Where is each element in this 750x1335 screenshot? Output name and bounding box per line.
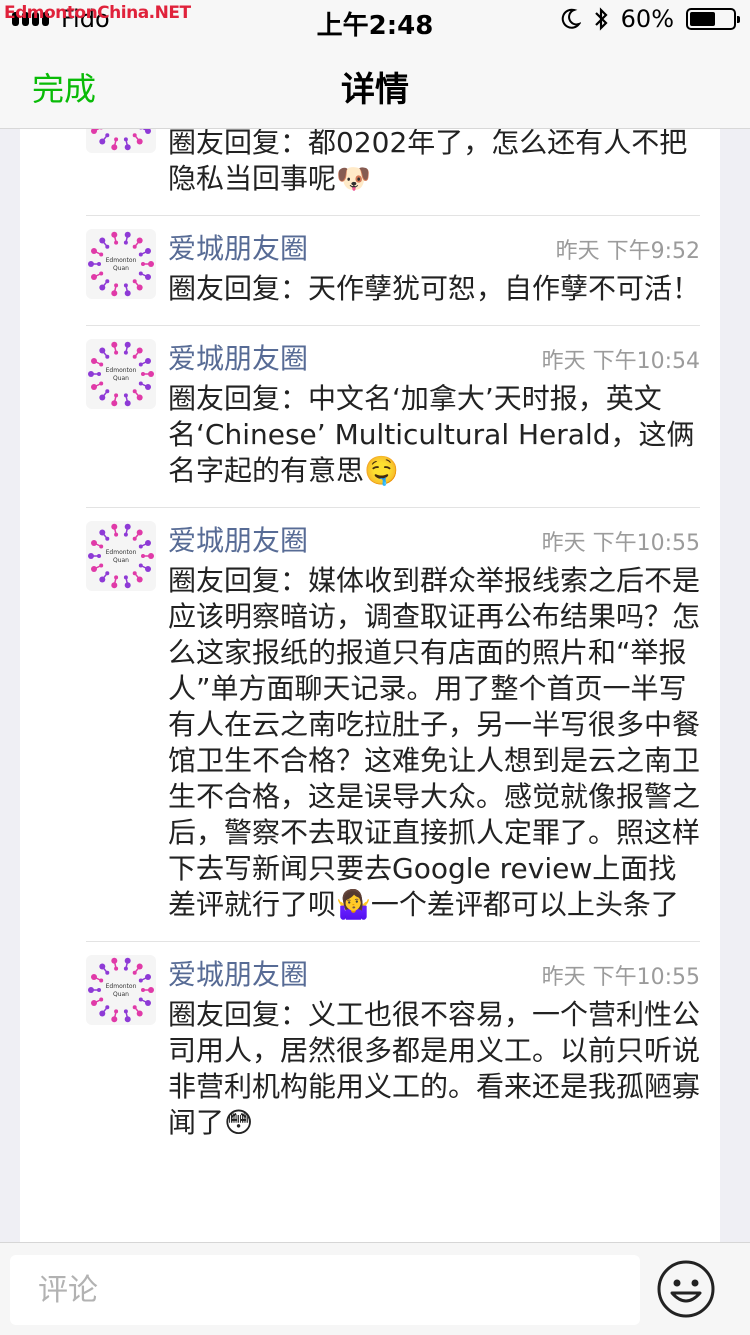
- avatar[interactable]: Edmonton Quan: [86, 521, 156, 591]
- comment-text: 圈友回复：天作孽犹可恕，自作孽不可活！: [168, 272, 701, 305]
- avatar[interactable]: Edmonton Quan: [86, 129, 156, 153]
- status-bar: Fido EdmontonChina.NET 上午2:48 60%: [0, 0, 750, 41]
- comment-input-box: [10, 1255, 640, 1325]
- comment-body: 爱城朋友圈 昨天 下午9:52 圈友回复：都0202年了，怎么还有人不把隐私当回…: [168, 129, 700, 197]
- comment-input[interactable]: [10, 1255, 640, 1325]
- comment-item[interactable]: Edmonton Quan 爱城朋友圈 昨天 下午10:54 圈友回复：中文名‘…: [20, 325, 720, 507]
- avatar[interactable]: Edmonton Quan: [86, 229, 156, 299]
- comment-header: 爱城朋友圈 昨天 下午10:54: [168, 337, 700, 381]
- comment-header: 爱城朋友圈 昨天 下午10:55: [168, 953, 700, 997]
- avatar-logo-icon: Edmonton Quan: [88, 957, 154, 1023]
- avatar-text-2: Quan: [113, 265, 129, 272]
- comment-text: 圈友回复：义工也很不容易，一个营利性公司用人，居然很多都是用义工。以前只听说非营…: [168, 998, 701, 1139]
- avatar-text-2: Quan: [113, 557, 129, 564]
- page-title: 详情: [341, 70, 409, 110]
- comment-item[interactable]: Edmonton Quan 爱城朋友圈 昨天 下午9:52 圈友回复：天作孽犹可…: [20, 215, 720, 325]
- comment-time: 昨天 下午10:55: [541, 965, 700, 990]
- comment-body: 爱城朋友圈 昨天 下午10:55 圈友回复：义工也很不容易，一个营利性公司用人，…: [168, 953, 700, 1141]
- battery-icon: [686, 8, 740, 30]
- comment-item[interactable]: Edmonton Quan 爱城朋友圈 昨天 下午10:55 圈友回复：媒体收到…: [20, 507, 720, 941]
- status-right: 60%: [561, 5, 740, 33]
- comment-text: 圈友回复：都0202年了，怎么还有人不把隐私当回事呢🐶: [168, 129, 688, 195]
- avatar-logo-icon: Edmonton Quan: [88, 231, 154, 297]
- comment-body: 爱城朋友圈 昨天 下午10:55 圈友回复：媒体收到群众举报线索之后不是应该明察…: [168, 519, 700, 923]
- avatar-text-2: Quan: [113, 375, 129, 382]
- moon-icon: [561, 8, 581, 29]
- emoji-icon[interactable]: [656, 1259, 716, 1319]
- comment-time: 昨天 下午10:55: [541, 531, 700, 556]
- comment-time: 昨天 下午9:52: [555, 239, 700, 264]
- comment-text: 圈友回复：媒体收到群众举报线索之后不是应该明察暗访，调查取证再公布结果吗？怎么这…: [168, 564, 701, 921]
- comment-input-bar: [0, 1242, 750, 1335]
- comment-header: 爱城朋友圈 昨天 下午9:52: [168, 227, 700, 271]
- comment-author[interactable]: 爱城朋友圈: [168, 953, 308, 993]
- battery-percent: 60%: [620, 5, 674, 33]
- avatar[interactable]: Edmonton Quan: [86, 955, 156, 1025]
- avatar[interactable]: Edmonton Quan: [86, 339, 156, 409]
- avatar-logo-icon: Edmonton Quan: [88, 341, 154, 407]
- comment-body: 爱城朋友圈 昨天 下午9:52 圈友回复：天作孽犹可恕，自作孽不可活！: [168, 227, 700, 307]
- comment-author[interactable]: 爱城朋友圈: [168, 337, 308, 377]
- bluetooth-icon: [594, 7, 608, 31]
- comments-card: Edmonton Quan 爱城朋友圈 昨天 下午9:52 圈友回复：都0202…: [20, 129, 720, 1242]
- comments-scroll-area[interactable]: Edmonton Quan 爱城朋友圈 昨天 下午9:52 圈友回复：都0202…: [0, 129, 750, 1242]
- battery-fill: [690, 12, 716, 26]
- comment-author[interactable]: 爱城朋友圈: [168, 519, 308, 559]
- avatar-text-1: Edmonton: [106, 983, 137, 990]
- comment-item[interactable]: Edmonton Quan 爱城朋友圈 昨天 下午10:55 圈友回复：义工也很…: [20, 941, 720, 1159]
- avatar-text-1: Edmonton: [106, 257, 137, 264]
- comment-item[interactable]: Edmonton Quan 爱城朋友圈 昨天 下午9:52 圈友回复：都0202…: [20, 129, 720, 215]
- avatar-logo-icon: Edmonton Quan: [91, 129, 151, 151]
- avatar-logo-icon: Edmonton Quan: [88, 523, 154, 589]
- comment-text: 圈友回复：中文名‘加拿大’天时报，英文名‘Chinese’ Multicultu…: [168, 382, 695, 487]
- comment-author[interactable]: 爱城朋友圈: [168, 227, 308, 267]
- comment-list: Edmonton Quan 爱城朋友圈 昨天 下午9:52 圈友回复：都0202…: [20, 129, 720, 1159]
- avatar-text-1: Edmonton: [106, 367, 137, 374]
- comment-time: 昨天 下午10:54: [541, 349, 700, 374]
- comment-body: 爱城朋友圈 昨天 下午10:54 圈友回复：中文名‘加拿大’天时报，英文名‘Ch…: [168, 337, 700, 489]
- avatar-text-1: Edmonton: [106, 549, 137, 556]
- comment-header: 爱城朋友圈 昨天 下午10:55: [168, 519, 700, 563]
- nav-bar: 完成 详情: [0, 40, 750, 129]
- avatar-text-2: Quan: [113, 991, 129, 998]
